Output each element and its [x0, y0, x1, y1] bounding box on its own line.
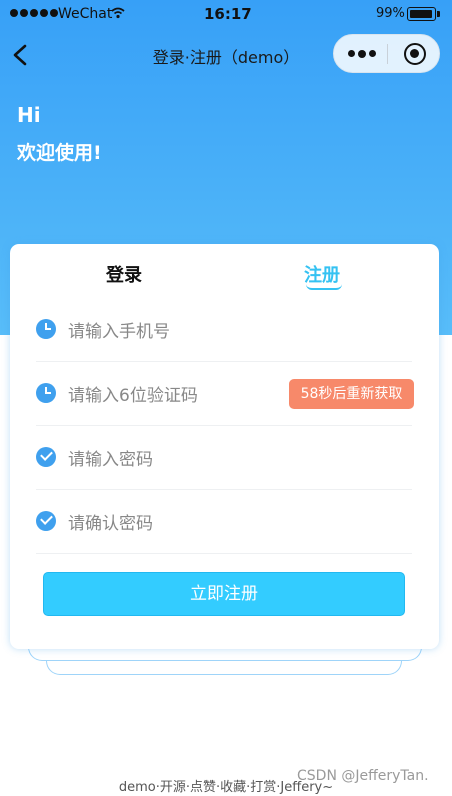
carrier-label: WeChat	[58, 6, 113, 22]
signal-icon	[10, 9, 58, 17]
resend-code-button[interactable]: 58秒后重新获取	[289, 379, 414, 409]
clock-icon	[36, 383, 56, 403]
status-time: 16:17	[204, 5, 252, 23]
tab-login[interactable]: 登录	[106, 261, 142, 287]
greeting-welcome: 欢迎使用!	[17, 142, 102, 164]
password-field[interactable]: 请输入密码	[36, 425, 412, 490]
phone-input[interactable]: 请输入手机号	[68, 317, 170, 342]
register-button[interactable]: 立即注册	[43, 572, 405, 616]
battery-percent: 99%	[376, 6, 405, 21]
password-input[interactable]: 请输入密码	[68, 445, 153, 470]
phone-field[interactable]: 请输入手机号	[36, 297, 412, 362]
mini-program-capsule	[333, 34, 440, 73]
confirm-password-input[interactable]: 请确认密码	[68, 509, 153, 534]
wifi-icon	[111, 7, 125, 19]
close-miniprogram-icon[interactable]	[404, 43, 426, 65]
greeting-hi: Hi	[17, 103, 41, 127]
battery-icon	[407, 7, 440, 21]
check-icon	[36, 511, 56, 531]
watermark: CSDN @JefferyTan.	[297, 768, 429, 784]
confirm-password-field[interactable]: 请确认密码	[36, 489, 412, 554]
more-menu-icon[interactable]	[348, 49, 376, 58]
code-input[interactable]: 请输入6位验证码	[68, 381, 198, 406]
status-bar: WeChat 16:17 99%	[0, 0, 452, 28]
check-icon	[36, 447, 56, 467]
clock-icon	[36, 319, 56, 339]
tab-active-indicator	[306, 284, 342, 290]
capsule-divider	[387, 44, 388, 64]
